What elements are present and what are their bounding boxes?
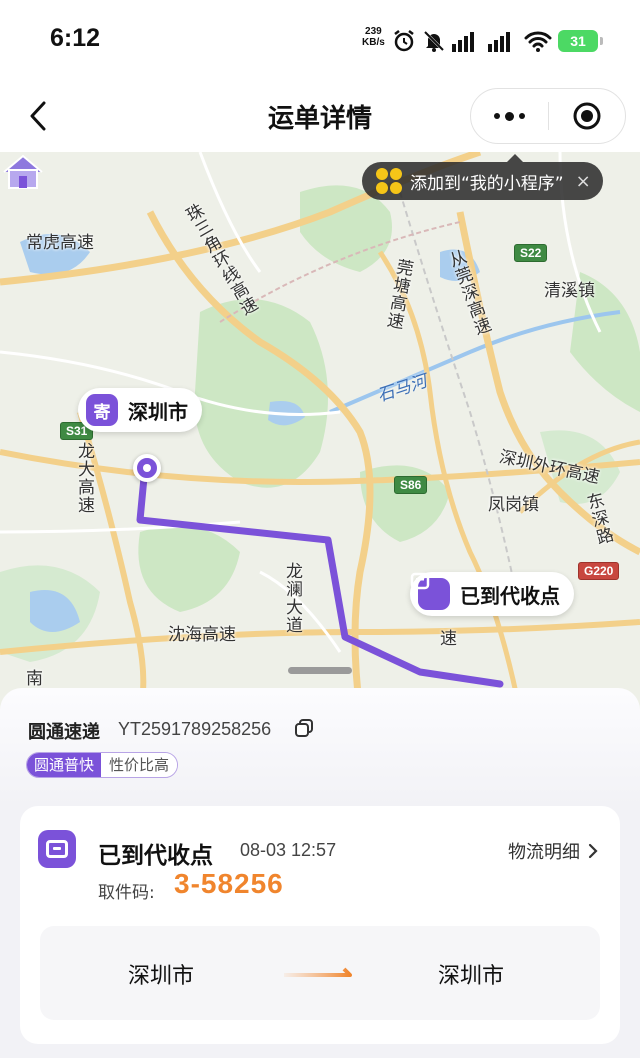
tag-service: 圆通普快 (27, 753, 102, 777)
route-map[interactable]: 常虎高速 珠三角环线高速 龙大高速 龙澜大道 沈海高速 石马河 从莞深高速 莞塘… (0, 152, 640, 712)
battery-icon: 31 (558, 30, 603, 52)
network-speed: 239 KB/s (362, 26, 385, 48)
house-icon (3, 154, 43, 189)
status-time: 08-03 12:57 (240, 840, 337, 860)
mini-program-capsule (470, 88, 626, 144)
status-icons: 31 (392, 26, 603, 56)
status-card: 已到代收点 08-03 12:57 物流明细 取件码: 3-58256 深圳市 … (20, 806, 620, 1044)
origin-badge-icon: 寄 (86, 394, 118, 426)
signal-2-icon (488, 32, 510, 52)
more-dot-icon (518, 113, 525, 119)
service-tags: 圆通普快 性价比高 (26, 752, 179, 778)
highway-shield-g220: G220 (578, 562, 620, 580)
tracking-number: YT2591789258256 (118, 719, 272, 739)
network-speed-unit: KB/s (362, 37, 385, 48)
map-label-qingxi: 清溪镇 (544, 281, 595, 301)
tag-value: 性价比高 (101, 753, 178, 777)
target-close-icon (573, 102, 601, 130)
tip-text: 添加到“我的小程序” (410, 173, 564, 194)
map-label-yanhai: 沈海高速 (168, 625, 236, 645)
parcel-locker-icon (38, 830, 76, 868)
shipment-sheet: 圆通速递 YT2591789258256 圆通普快 性价比高 已到代收点 08-… (0, 688, 640, 1058)
logistics-detail-link[interactable]: 物流明细 (508, 838, 598, 864)
status-bar: 6:12 239 KB/s 31 (0, 0, 640, 80)
highway-shield-s22: S22 (514, 244, 548, 262)
map-label-su: 速 (440, 629, 457, 649)
wifi-icon (524, 31, 552, 52)
sheet-drag-handle[interactable] (288, 667, 352, 674)
route-summary: 深圳市 深圳市 (40, 926, 600, 1020)
origin-bubble: 寄 深圳市 (78, 388, 202, 432)
map-label-fenggang: 凤岗镇 (488, 495, 539, 515)
origin-pin-icon (133, 454, 161, 482)
nav-bar: 运单详情 (0, 80, 640, 152)
more-dot-icon (504, 111, 514, 121)
mini-program-logo-icon (376, 168, 402, 194)
tip-close-icon[interactable]: × (576, 171, 591, 192)
destination-bubble: 已到代收点 (410, 572, 574, 616)
status-label: 已到代收点 (98, 843, 213, 869)
copy-icon[interactable] (294, 718, 314, 738)
logistics-detail-label: 物流明细 (508, 842, 580, 863)
mute-icon (423, 30, 445, 52)
map-label-longlan: 龙澜大道 (282, 562, 302, 634)
alarm-icon (394, 30, 414, 52)
add-to-my-mini-programs-tip[interactable]: 添加到“我的小程序” × (362, 154, 603, 200)
pickup-code: 3-58256 (174, 868, 284, 899)
route-to-city: 深圳市 (438, 964, 505, 989)
network-speed-value: 239 (365, 26, 382, 37)
signal-icon (452, 32, 474, 52)
map-label-nan: 南 (26, 669, 43, 689)
pickup-code-label: 取件码: (98, 883, 155, 903)
status-time: 6:12 (50, 24, 101, 52)
map-label-changhu: 常虎高速 (26, 233, 94, 253)
more-dot-icon (493, 113, 500, 119)
close-mini-program-button[interactable] (549, 89, 626, 143)
route-from-city: 深圳市 (128, 964, 195, 989)
arrow-right-icon (284, 967, 352, 977)
chevron-right-icon (588, 843, 598, 859)
destination-status-label: 已到代收点 (460, 583, 560, 608)
carrier-name: 圆通速递 (28, 722, 100, 743)
more-button[interactable] (471, 89, 548, 143)
map-label-longda: 龙大高速 (74, 442, 94, 514)
origin-city-label: 深圳市 (128, 399, 188, 424)
parcel-locker-icon (410, 572, 450, 610)
highway-shield-s86: S86 (394, 476, 428, 494)
map-base (0, 152, 640, 712)
